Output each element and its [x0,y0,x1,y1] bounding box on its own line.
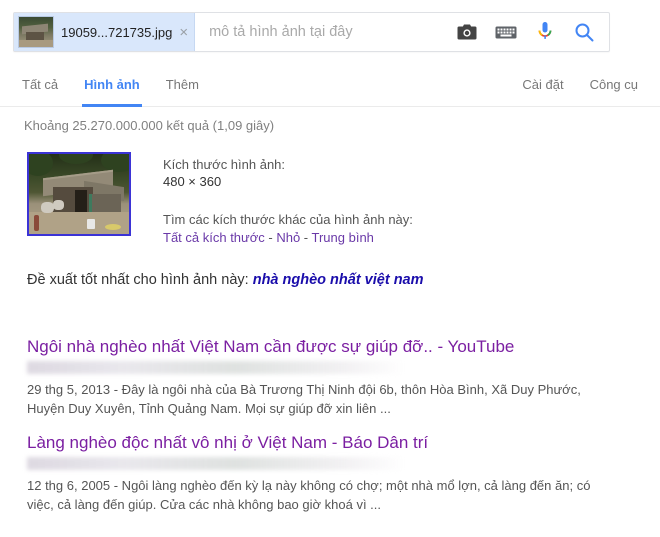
other-sizes-label: Tìm các kích thước khác của hình ảnh này… [163,212,413,227]
result-snippet-1: 29 thg 5, 2013 - Đây là ngôi nhà của Bà … [27,382,581,416]
uploaded-file-chip[interactable]: 19059...721735.jpg × [14,13,196,51]
tab-more[interactable]: Thêm [166,70,199,106]
search-icon[interactable] [573,21,595,43]
result-url-redacted-1 [27,361,405,374]
tab-images[interactable]: Hình ảnh [82,70,142,107]
tab-all[interactable]: Tất cả [22,70,58,106]
search-bar[interactable]: 19059...721735.jpg × [13,12,610,52]
uploaded-file-thumbnail [18,16,54,48]
best-guess-label: Đề xuất tốt nhất cho hình ảnh này: [27,272,249,288]
search-bar-icons [456,13,609,51]
image-info-block: Kích thước hình ảnh: 480 × 360 Tìm các k… [27,152,413,246]
size-link-all[interactable]: Tất cả kích thước [163,230,265,245]
microphone-icon[interactable] [534,21,556,43]
result-title-1[interactable]: Ngôi nhà nghèo nhất Việt Nam cần được sự… [27,336,514,358]
camera-icon[interactable] [456,21,478,43]
best-guess-query-link[interactable]: nhà nghèo nhất việt nam [253,272,424,288]
navigation-tabs: Tất cả Hình ảnh Thêm Cài đặt Công cụ [0,70,660,107]
size-separator-1: - [264,230,277,245]
size-separator-2: - [300,230,312,245]
result-url-redacted-2 [27,457,405,470]
tabs-left-group: Tất cả Hình ảnh Thêm [22,70,199,107]
other-sizes-links: Tất cả kích thước - Nhỏ - Trung bình [163,229,413,246]
keyboard-icon[interactable] [495,21,517,43]
search-result-1: Ngôi nhà nghèo nhất Việt Nam cần được sự… [27,336,627,418]
size-link-medium[interactable]: Trung bình [312,230,374,245]
query-image-thumbnail[interactable] [27,152,131,236]
tab-tools[interactable]: Công cụ [590,70,638,106]
search-input[interactable] [195,13,456,51]
search-result-2: Làng nghèo độc nhất vô nhị ở Việt Nam - … [27,432,627,514]
image-size-label: Kích thước hình ảnh: [163,157,286,172]
size-link-small[interactable]: Nhỏ [276,230,300,245]
best-guess-row: Đề xuất tốt nhất cho hình ảnh này: nhà n… [27,272,424,288]
tab-settings[interactable]: Cài đặt [522,70,563,106]
image-info-text: Kích thước hình ảnh: 480 × 360 Tìm các k… [163,152,413,246]
image-dimensions: 480 × 360 [163,174,222,189]
tabs-right-group: Cài đặt Công cụ [522,70,638,106]
result-snippet-2: 12 thg 6, 2005 - Ngôi làng nghèo đến kỳ … [27,478,591,512]
result-title-2[interactable]: Làng nghèo độc nhất vô nhị ở Việt Nam - … [27,432,428,454]
uploaded-file-name: 19059...721735.jpg [61,24,173,40]
close-icon[interactable]: × [179,25,188,40]
result-stats: Khoảng 25.270.000.000 kết quả (1,09 giây… [24,118,275,133]
